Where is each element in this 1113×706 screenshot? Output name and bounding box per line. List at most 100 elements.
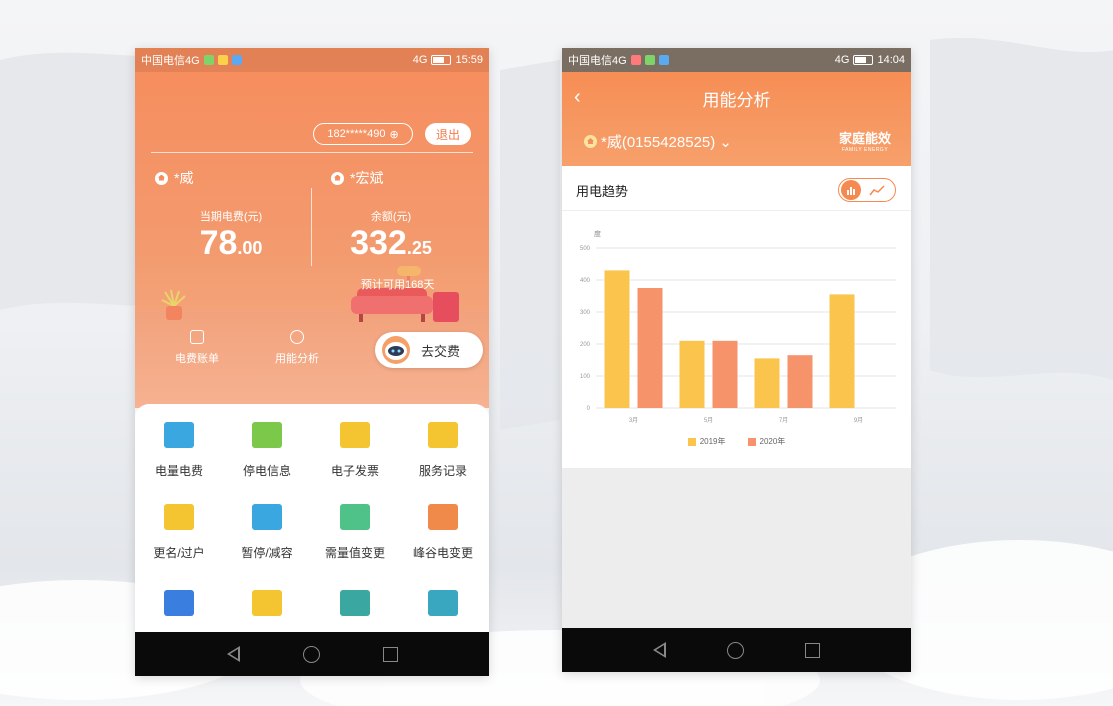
service-label: 需量值变更 [324,546,385,560]
notification-icon [630,55,641,65]
bill-icon [190,330,204,344]
bar-2019年 [604,270,630,408]
service-item[interactable]: 停电信息 [223,422,311,479]
status-bar: 中国电信4G 4G 14:04 [562,48,911,72]
legend-swatch [747,437,756,446]
service-item[interactable]: 服务记录 [399,422,487,479]
y-tick-label: 300 [580,310,591,316]
legend-item: 2020年 [747,436,786,447]
balance-label: 余额(元) [370,211,412,223]
bar-2019年 [754,358,780,408]
card-icon [428,590,458,616]
notification-icon [644,55,655,65]
energy-analysis-phone: 中国电信4G 4G 14:04 ‹ 用能分析 *威(0155428525) ⌄ … [562,48,911,672]
service-item[interactable]: 峰谷电变更 [399,504,487,561]
account-name-left[interactable]: *威 [155,168,193,188]
peak-valley-icon [428,504,458,530]
trend-card: 用电趋势 度 0 100 200 300 400 500 3月 5月 7月 9月 2019年 2020… [562,166,911,468]
back-icon[interactable] [226,646,240,662]
chevron-down-icon: ⌄ [719,133,732,151]
users-icon [164,504,194,530]
meter-icon [340,590,370,616]
signal-label: 4G [412,54,428,66]
service-item[interactable]: 需量值变更 [311,504,399,561]
pause-meter-icon [252,504,282,530]
invoice-icon [340,422,370,448]
notification-icon [217,55,228,65]
robot-assistant-icon [382,336,410,364]
status-bar: 中国电信4G 4G 15:59 [135,48,489,72]
service-item[interactable] [311,590,399,630]
y-tick-label: 0 [587,406,591,412]
brand-logo: 家庭能效 FAMILY ENERGY [838,131,891,153]
bar-2020年 [787,355,813,408]
back-icon[interactable] [652,642,666,658]
service-item[interactable] [399,590,487,630]
y-axis-label: 度 [594,229,601,238]
notepad-icon [428,422,458,448]
recent-apps-icon[interactable] [805,642,821,658]
chart-legend: 2019年 2020年 [562,436,911,447]
home-circle-icon[interactable] [726,641,744,659]
home-icon [155,171,168,185]
account-selector[interactable]: *威(0155428525) ⌄ [584,131,732,152]
notification-icon [203,55,214,65]
service-item[interactable] [135,590,223,630]
search-doc-icon [252,590,282,616]
x-tick-label: 9月 [854,417,863,424]
notification-icon [658,55,669,65]
prediction-text: 预计可用168天 [361,279,435,291]
divider [151,152,473,153]
carrier-label: 中国电信4G [141,55,200,67]
service-label: 更名/过户 [153,546,205,560]
carrier-label: 中国电信4G [568,55,627,67]
service-item[interactable]: 电量电费 [135,422,223,479]
legend-item: 2019年 [687,436,726,447]
chart-type-toggle[interactable] [838,178,896,202]
plant-illustration [161,289,186,320]
recent-apps-icon[interactable] [382,646,398,662]
service-item[interactable]: 电子发票 [311,422,399,479]
system-nav-bar [135,632,489,676]
account-name-right[interactable]: *宏斌 [331,168,383,188]
line-chart-icon[interactable] [869,184,885,196]
bar-chart-icon[interactable] [841,180,861,200]
home-circle-icon[interactable] [302,645,320,663]
service-label: 服务记录 [418,464,467,478]
y-tick-label: 200 [580,342,591,348]
pie-chart-icon [290,330,304,344]
bar-2019年 [679,340,705,408]
signal-label: 4G [834,54,850,66]
service-label: 峰谷电变更 [412,546,473,560]
x-tick-label: 3月 [629,417,638,424]
balance-value: 332.25 [350,224,432,262]
service-item[interactable]: 更名/过户 [135,504,223,561]
usage-bar-chart: 度 0 100 200 300 400 500 3月 5月 7月 9月 [580,229,896,424]
service-label: 电子发票 [330,464,379,478]
y-tick-label: 400 [580,278,591,284]
account-switch-pill[interactable]: 182*****490 ⊕ [313,123,413,145]
power-off-info-icon [252,422,282,448]
bill-button[interactable]: 电费账单 [167,330,227,366]
current-bill-label: 当期电费(元) [199,211,263,223]
legend-label: 2019年 [699,437,726,446]
section-title: 用电趋势 [576,184,629,199]
notification-icon [231,55,242,65]
y-tick-label: 100 [580,374,591,380]
demand-icon [340,504,370,530]
services-grid: 电量电费 停电信息 电子发票 服务记录更名/过户 暂停/减容 需量值变更 峰谷电变更 [135,404,489,636]
logout-button[interactable]: 退出 [425,123,471,145]
clock: 14:04 [877,54,905,66]
x-tick-label: 7月 [779,417,788,424]
x-tick-label: 5月 [704,417,713,424]
bar-2020年 [637,288,663,408]
home-screen-phone: 中国电信4G 4G 15:59 182*****490 ⊕ 退出 *威 *宏斌 … [135,48,489,676]
legend-label: 2020年 [759,437,786,446]
service-item[interactable] [223,590,311,630]
account-number: 182*****490 [327,128,386,140]
bar-2020年 [712,340,738,408]
energy-analysis-button[interactable]: 用能分析 [267,330,327,366]
bar-2019年 [829,294,855,408]
service-item[interactable]: 暂停/减容 [223,504,311,561]
service-label: 停电信息 [242,464,291,478]
